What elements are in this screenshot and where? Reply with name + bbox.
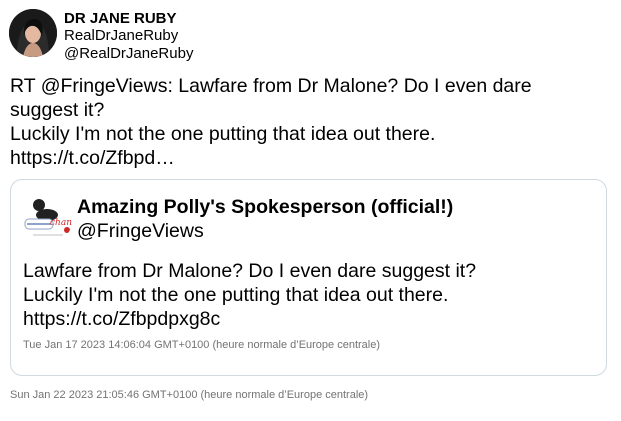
tweet-text-line: suggest it?: [10, 99, 105, 121]
svg-text:changed: changed: [50, 218, 73, 228]
tweet-text: RT @FringeViews: Lawfare from Dr Malone?…: [10, 74, 600, 170]
quoted-text-line: Lawfare from Dr Malone? Do I even dare s…: [23, 260, 477, 282]
avatar-photo: [9, 9, 57, 57]
quoted-tweet-link[interactable]: https://t.co/Zfbpdpxg8c: [23, 307, 476, 331]
avatar[interactable]: [9, 9, 57, 57]
author-display-name[interactable]: RealDrJaneRuby: [64, 27, 178, 44]
quoted-text-line: Luckily I'm not the one putting that ide…: [23, 284, 449, 306]
quoted-author-handle[interactable]: @FringeViews: [77, 220, 204, 243]
tweet-text-line: Luckily I'm not the one putting that ide…: [10, 123, 436, 145]
tweet-text-line: RT @FringeViews: Lawfare from Dr Malone?…: [10, 75, 532, 97]
quoted-author-name[interactable]: Amazing Polly's Spokesperson (official!): [77, 196, 453, 219]
quoted-tweet-timestamp: Tue Jan 17 2023 14:06:04 GMT+0100 (heure…: [23, 339, 381, 351]
author-handle[interactable]: @RealDrJaneRuby: [64, 45, 193, 62]
tweet-link[interactable]: https://t.co/Zfbpd…: [10, 146, 600, 170]
tweet-timestamp: Sun Jan 22 2023 21:05:46 GMT+0100 (heure…: [10, 389, 369, 401]
quoted-avatar[interactable]: changed: [23, 193, 73, 243]
quoted-avatar-logo: changed: [23, 193, 73, 243]
author-name[interactable]: DR JANE RUBY: [64, 10, 177, 27]
quoted-tweet-text: Lawfare from Dr Malone? Do I even dare s…: [23, 259, 476, 331]
quoted-tweet-card[interactable]: changed Amazing Polly's Spokesperson (of…: [10, 179, 607, 376]
